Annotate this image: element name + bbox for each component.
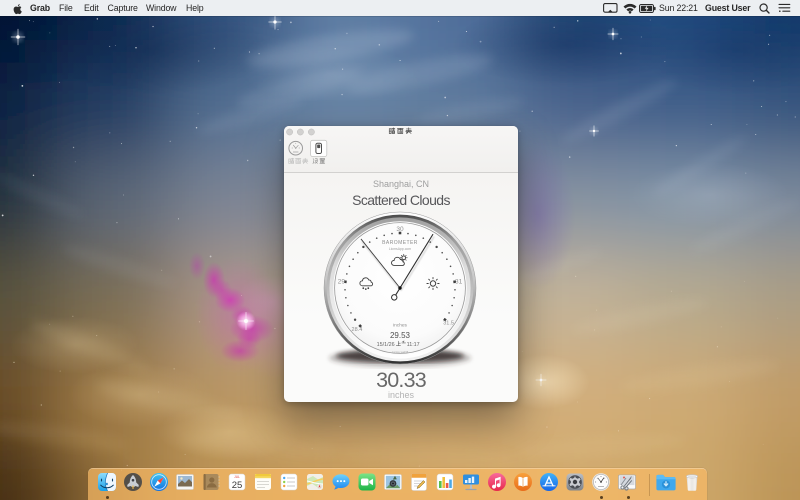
svg-text:LicmsApp.com: LicmsApp.com [389, 247, 411, 251]
svg-text:25: 25 [232, 479, 243, 490]
svg-text:Licms weDfl: Licms weDfl [392, 349, 409, 353]
svg-text:inches: inches [393, 322, 407, 328]
svg-text:JUL: JUL [234, 475, 240, 479]
svg-text:30: 30 [396, 226, 404, 233]
svg-text:29: 29 [338, 278, 346, 285]
svg-text:31.5: 31.5 [443, 320, 454, 326]
svg-text:29.53: 29.53 [390, 330, 411, 339]
svg-text:28.4: 28.4 [352, 327, 363, 333]
svg-text:BAROMETER: BAROMETER [382, 240, 418, 246]
svg-text:31: 31 [455, 278, 463, 285]
svg-text:11:17: 11:17 [407, 341, 420, 347]
svg-text:15/1/26: 15/1/26 [377, 341, 395, 347]
